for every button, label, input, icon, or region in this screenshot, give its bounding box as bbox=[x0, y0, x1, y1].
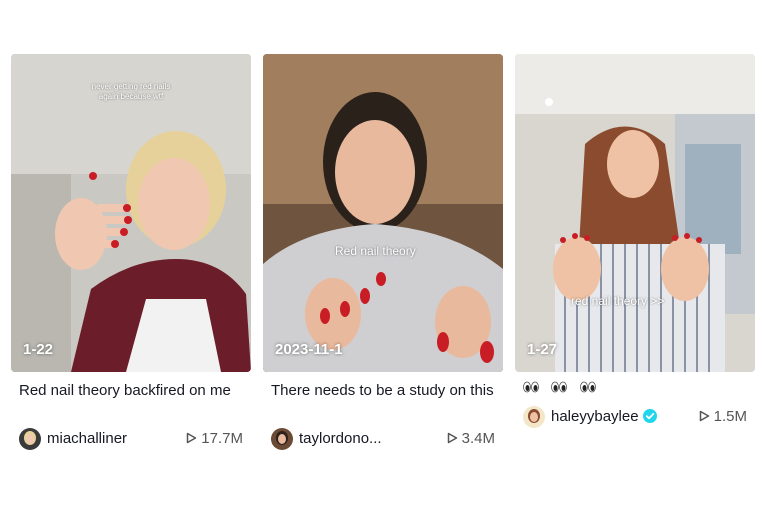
video-meta: haleyybaylee 1.5M bbox=[523, 406, 755, 428]
avatar[interactable] bbox=[523, 406, 545, 428]
username-link[interactable]: miachalliner bbox=[47, 430, 127, 447]
video-date-label: 1-27 bbox=[527, 341, 558, 358]
view-count: 17.7M bbox=[186, 430, 243, 448]
eyes-emoji-icon bbox=[523, 380, 539, 398]
view-count-value: 17.7M bbox=[201, 430, 243, 447]
username-link[interactable]: haleyybaylee bbox=[551, 408, 657, 427]
username-text: haleyybaylee bbox=[551, 408, 639, 425]
video-overlay-text: red nail theory >> bbox=[571, 294, 665, 308]
eyes-emoji-icon bbox=[580, 380, 596, 398]
video-caption[interactable] bbox=[523, 380, 604, 398]
verified-badge-icon bbox=[642, 409, 657, 427]
video-caption[interactable]: Red nail theory backfired on me bbox=[19, 380, 245, 401]
video-card[interactable]: Red nail theory 2023-11-1 There needs to… bbox=[263, 54, 503, 450]
view-count-value: 3.4M bbox=[461, 430, 495, 447]
video-thumbnail[interactable]: red nail theory >> 1-27 bbox=[515, 54, 755, 372]
video-overlay-text: Red nail theory bbox=[335, 244, 416, 258]
play-icon bbox=[447, 431, 458, 448]
video-meta: miachalliner 17.7M bbox=[19, 428, 251, 450]
video-meta: taylordono... 3.4M bbox=[271, 428, 503, 450]
play-icon bbox=[186, 431, 197, 448]
view-count-value: 1.5M bbox=[713, 408, 747, 425]
play-icon bbox=[699, 409, 710, 426]
video-card[interactable]: red nail theory >> 1-27 haleyybaylee 1.5… bbox=[515, 54, 755, 428]
eyes-emoji-icon bbox=[551, 380, 568, 398]
view-count: 1.5M bbox=[699, 408, 747, 426]
view-count: 3.4M bbox=[447, 430, 495, 448]
video-thumbnail-image bbox=[515, 54, 755, 372]
video-date-label: 2023-11-1 bbox=[275, 341, 343, 358]
video-card[interactable]: never getting red nails again because wt… bbox=[11, 54, 251, 450]
username-link[interactable]: taylordono... bbox=[299, 430, 382, 447]
avatar[interactable] bbox=[19, 428, 41, 450]
video-thumbnail-image bbox=[263, 54, 503, 372]
video-thumbnail[interactable]: Red nail theory 2023-11-1 bbox=[263, 54, 503, 372]
video-date-label: 1-22 bbox=[23, 341, 54, 358]
video-overlay-text: never getting red nails again because wt… bbox=[91, 82, 171, 101]
avatar[interactable] bbox=[271, 428, 293, 450]
video-caption[interactable]: There needs to be a study on this bbox=[271, 380, 497, 401]
video-thumbnail[interactable]: never getting red nails again because wt… bbox=[11, 54, 251, 372]
